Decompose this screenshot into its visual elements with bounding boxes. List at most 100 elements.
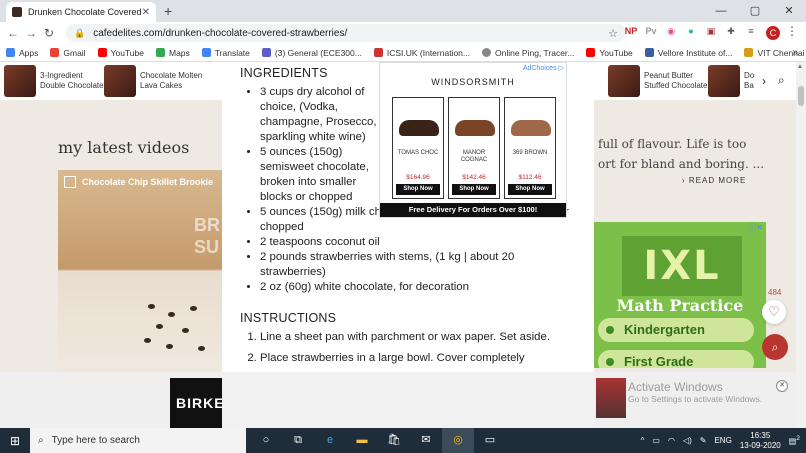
extension-circle-icon[interactable]: ◉ (664, 24, 678, 38)
system-tray: ^ ▭ ◠ ◁) ✎ ENG 16:35 13-09-2020 ▤2 (641, 428, 806, 453)
product-price: $142.46 (462, 174, 486, 181)
ixl-grade-item[interactable]: First Grade (598, 350, 754, 368)
file-explorer-icon[interactable]: ▬ (346, 428, 378, 453)
maximize-button[interactable]: ▢ (738, 0, 772, 22)
bookmark-youtube-2[interactable]: YouTube (586, 48, 633, 58)
bookmark-vit[interactable]: Vellore Institute of... (644, 48, 732, 58)
ixl-grade-item[interactable]: Kindergarten (598, 318, 754, 342)
extension-red-square-icon[interactable]: ▣ (704, 24, 718, 38)
shop-now-button[interactable]: Shop Now (396, 184, 440, 195)
taskbar-search-box[interactable]: ⌕ Type here to search (30, 428, 246, 453)
page-scrollbar[interactable]: ▲ (796, 62, 806, 428)
tab-title: Drunken Chocolate Covered Stra (28, 7, 142, 17)
instruction-step: Line a sheet pan with parchment or wax p… (260, 330, 580, 345)
close-tab-icon[interactable]: ✕ (142, 7, 150, 18)
search-icon[interactable]: ⌕ (778, 73, 785, 88)
related-recipe-item[interactable]: Chocolate Molten Lava Cakes (104, 65, 202, 97)
reload-icon[interactable]: ↻ (40, 26, 58, 40)
url-text[interactable]: cafedelites.com/drunken-chocolate-covere… (93, 28, 347, 39)
pen-icon[interactable]: ✎ (700, 436, 707, 445)
shop-now-button[interactable]: Shop Now (508, 184, 552, 195)
ingredient-item: 2 oz (60g) white chocolate, for decorati… (260, 280, 580, 295)
ingredient-item: 5 ounces (150g) semisweet chocolate, bro… (260, 145, 390, 205)
ad-choices-close-icon[interactable]: ⓘ✕ (748, 222, 763, 233)
show-hidden-icons-icon[interactable]: ^ (641, 436, 645, 445)
tab-bar: Drunken Chocolate Covered Stra ✕ + — ▢ ✕ (0, 0, 806, 22)
extensions-puzzle-icon[interactable]: ✚ (724, 24, 738, 38)
bookmark-ping[interactable]: Online Ping, Tracer... (482, 48, 574, 58)
bookmark-teams-general[interactable]: (3) General (ECE300... (261, 48, 362, 58)
terminal-icon[interactable]: ▭ (474, 428, 506, 453)
adchoices-label[interactable]: AdChoices ▷ (523, 64, 564, 72)
forward-arrow-icon[interactable]: → (22, 26, 40, 40)
notifications-icon[interactable]: ▤2 (789, 435, 800, 446)
product-name: MANOR COGNAC (460, 150, 488, 163)
product-card[interactable]: TOMAS CHOC $164.96 Shop Now (392, 97, 444, 199)
profile-avatar[interactable]: C (766, 26, 780, 40)
related-recipe-item[interactable]: Do Ba (708, 65, 754, 97)
related-recipe-item[interactable]: 3-Ingredient Double Chocolate (4, 65, 104, 97)
dot-icon (606, 358, 614, 366)
shoe-image (399, 120, 439, 136)
back-arrow-icon[interactable]: ← (4, 26, 22, 40)
bookmark-apps[interactable]: Apps (6, 48, 38, 58)
instructions-list: Line a sheet pan with parchment or wax p… (240, 330, 580, 366)
ad-thumbnail[interactable] (596, 378, 626, 418)
extension-pv-icon[interactable]: Pv (644, 24, 658, 38)
taskbar-apps: ○ ⧉ e ▬ 🛍 ✉ ◎ ▭ (250, 428, 506, 453)
extension-grammarly-icon[interactable]: ● (684, 24, 698, 38)
scroll-up-icon[interactable]: ▲ (797, 64, 803, 70)
taskbar-search-placeholder[interactable]: Type here to search (52, 435, 140, 446)
task-view-icon[interactable]: ⧉ (282, 428, 314, 453)
recipe-thumbnail (608, 65, 640, 97)
ixl-advertisement[interactable]: IXL Math Practice Kindergarten First Gra… (594, 222, 766, 368)
browser-tab[interactable]: Drunken Chocolate Covered Stra ✕ (6, 2, 156, 22)
edge-icon[interactable]: e (314, 428, 346, 453)
video-caption[interactable]: Chocolate Chip Skillet Brookie (64, 176, 213, 188)
bookmark-gmail[interactable]: Gmail (50, 48, 86, 58)
bookmark-icsi[interactable]: ICSI.UK (Internation... (373, 48, 470, 58)
new-tab-button[interactable]: + (164, 3, 172, 19)
product-price: $112.46 (518, 174, 542, 181)
close-window-button[interactable]: ✕ (772, 0, 806, 22)
extension-np-icon[interactable]: NP (624, 24, 638, 38)
wifi-icon[interactable]: ◠ (668, 436, 675, 445)
bookmark-translate[interactable]: Translate (201, 48, 250, 58)
cortana-icon[interactable]: ○ (250, 428, 282, 453)
mail-icon[interactable]: ✉ (410, 428, 442, 453)
free-delivery-banner[interactable]: Free Delivery For Orders Over $100! (380, 203, 566, 217)
shop-now-button[interactable]: Shop Now (452, 184, 496, 195)
volume-icon[interactable]: ◁) (683, 436, 692, 445)
more-bookmarks-icon[interactable]: » (792, 44, 798, 62)
clock[interactable]: 16:35 13-09-2020 (740, 431, 781, 451)
chrome-icon[interactable]: ◎ (442, 428, 474, 453)
bookmark-star-icon[interactable]: ☆ (608, 27, 618, 40)
intro-text: full of flavour. Life is too ort for bla… (598, 137, 765, 171)
heart-icon[interactable]: ♡ (762, 300, 786, 324)
windows-start-icon[interactable]: ⊞ (0, 434, 30, 448)
birkenstock-ad-image[interactable]: BIRKE (170, 378, 222, 428)
minimize-button[interactable]: — (704, 0, 738, 22)
scrollbar-thumb[interactable] (798, 86, 804, 106)
menu-kebab-icon[interactable]: ⋮ (786, 24, 798, 38)
floating-search-button[interactable]: ⌕ (762, 334, 788, 360)
close-ad-icon[interactable]: ✕ (776, 380, 788, 392)
product-card[interactable]: 369 BROWN $112.46 Shop Now (504, 97, 556, 199)
windsorsmith-advertisement[interactable]: AdChoices ▷ WINDSORSMITH TOMAS CHOC $164… (379, 62, 567, 218)
video-player[interactable]: Chocolate Chip Skillet Brookie BR SU (58, 170, 222, 390)
lock-icon[interactable]: 🔒 (74, 28, 85, 39)
product-card[interactable]: MANOR COGNAC $142.46 Shop Now (448, 97, 500, 199)
bookmark-youtube[interactable]: YouTube (97, 48, 144, 58)
brand-logo: WINDSORSMITH (431, 77, 515, 87)
battery-icon[interactable]: ▭ (652, 436, 660, 445)
related-recipe-item[interactable]: Peanut Butter Stuffed Chocolate (608, 65, 707, 97)
reading-list-icon[interactable]: ≡ (744, 24, 758, 38)
coffee-beans-image (138, 300, 208, 360)
language-indicator[interactable]: ENG (714, 436, 731, 445)
bookmark-maps[interactable]: Maps (155, 48, 190, 58)
strip-next-icon[interactable]: › (762, 74, 766, 88)
read-more-link[interactable]: › READ MORE (682, 176, 746, 185)
recipe-thumbnail (104, 65, 136, 97)
store-icon[interactable]: 🛍 (378, 428, 410, 453)
address-bar[interactable]: 🔒 cafedelites.com/drunken-chocolate-cove… (66, 24, 626, 42)
